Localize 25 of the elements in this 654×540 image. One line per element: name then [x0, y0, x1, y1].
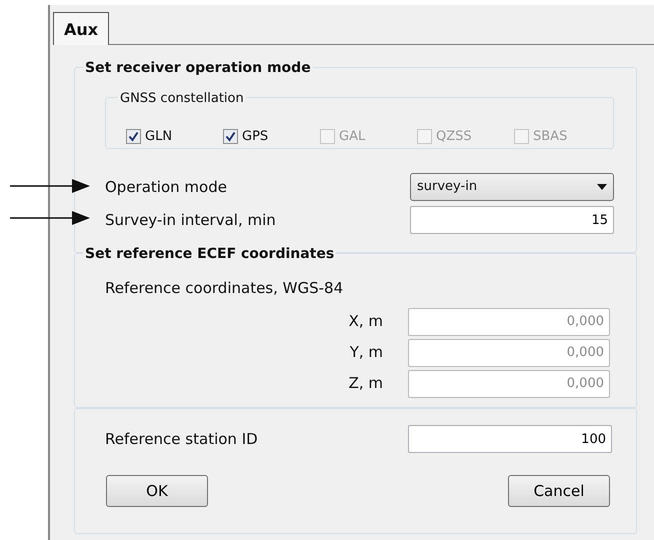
dropdown[interactable]: survey-in — [410, 173, 614, 201]
input-field: 0,000 — [408, 338, 610, 366]
checkbox[interactable] — [223, 129, 238, 144]
field-label: Operation mode — [105, 176, 228, 198]
dropdown-value: survey-in — [417, 178, 478, 196]
tab[interactable]: Aux — [53, 12, 110, 45]
caret-icon — [597, 184, 607, 190]
field-label: X, m — [348, 311, 383, 332]
checkbox-label: GLN — [145, 128, 172, 146]
input-field: 0,000 — [408, 308, 610, 336]
checkbox-label: GPS — [242, 128, 268, 146]
checkbox-label: GAL — [339, 128, 366, 146]
input-field[interactable]: 15 — [410, 206, 614, 234]
input-field: 0,000 — [408, 370, 610, 398]
cancel-button[interactable]: Cancel — [508, 475, 610, 507]
ok-button[interactable]: OK — [106, 475, 208, 507]
field-label: Survey-in interval, min — [105, 210, 277, 231]
field-label: Z, m — [348, 373, 383, 394]
checkbox-label: QZSS — [436, 128, 472, 146]
subtitle: Reference coordinates, WGS-84 — [105, 278, 344, 299]
checkbox-label: SBAS — [533, 128, 568, 146]
field-label: Reference station ID — [105, 428, 259, 450]
field-label: Y, m — [348, 342, 383, 364]
checkbox[interactable] — [126, 129, 141, 144]
input-field[interactable]: 100 — [408, 425, 612, 453]
